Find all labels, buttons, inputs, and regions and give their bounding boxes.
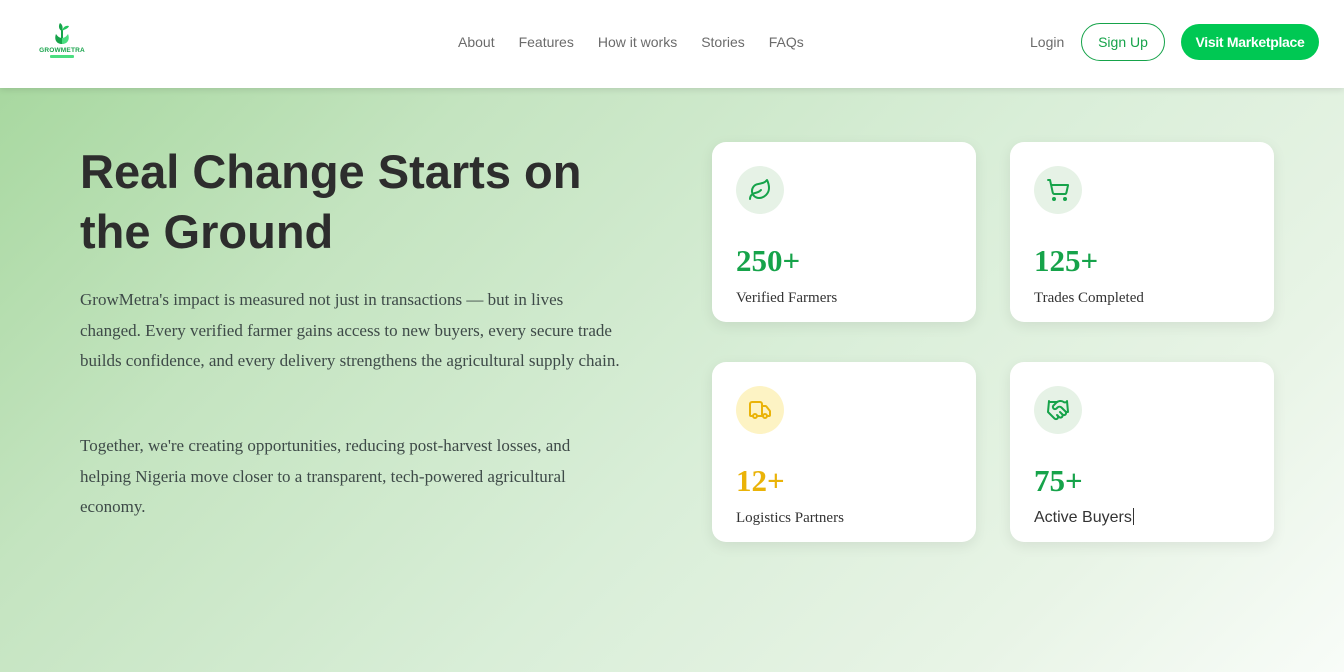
text-cursor (1132, 508, 1134, 525)
nav-link-stories[interactable]: Stories (701, 33, 745, 51)
stat-card-trades: 125+ Trades Completed (1010, 142, 1274, 322)
stat-label: Logistics Partners (736, 510, 844, 526)
stat-value: 75+ (1034, 463, 1083, 498)
leaf-icon (736, 166, 784, 214)
login-link[interactable]: Login (1030, 33, 1064, 51)
sign-up-button[interactable]: Sign Up (1081, 23, 1165, 61)
nav-link-features[interactable]: Features (519, 33, 574, 51)
nav-link-about[interactable]: About (458, 33, 495, 51)
stat-label: Active Buyers (1034, 508, 1134, 528)
main-nav: About Features How it works Stories FAQs (458, 33, 804, 51)
stat-label: Verified Farmers (736, 290, 838, 306)
brand-underline (50, 55, 74, 58)
site-header: GROWMETRA About Features How it works St… (0, 0, 1344, 88)
brand-logo[interactable]: GROWMETRA (34, 22, 90, 64)
stat-label-text: Active Buyers (1034, 509, 1132, 526)
cart-icon (1034, 166, 1082, 214)
stat-card-farmers: 250+ Verified Farmers (712, 142, 976, 322)
truck-icon (736, 386, 784, 434)
stat-value: 250+ (736, 243, 801, 278)
sprout-logo-icon (55, 23, 69, 44)
visit-marketplace-button[interactable]: Visit Marketplace (1181, 24, 1319, 60)
brand-name: GROWMETRA (39, 47, 85, 54)
nav-link-faqs[interactable]: FAQs (769, 33, 804, 51)
handshake-icon (1034, 386, 1082, 434)
nav-link-how-it-works[interactable]: How it works (598, 33, 677, 51)
stat-card-logistics: 12+ Logistics Partners (712, 362, 976, 542)
impact-section: Real Change Starts on the Ground GrowMet… (0, 88, 1344, 672)
stat-value: 125+ (1034, 243, 1099, 278)
intro-paragraph: GrowMetra's impact is measured not just … (80, 290, 620, 370)
stat-value: 12+ (736, 463, 785, 498)
closing-paragraph: Together, we're creating opportunities, … (80, 436, 571, 516)
stat-label: Trades Completed (1034, 290, 1144, 306)
section-title: Real Change Starts on the Ground (80, 145, 582, 258)
stat-card-buyers: 75+ Active Buyers (1010, 362, 1274, 542)
